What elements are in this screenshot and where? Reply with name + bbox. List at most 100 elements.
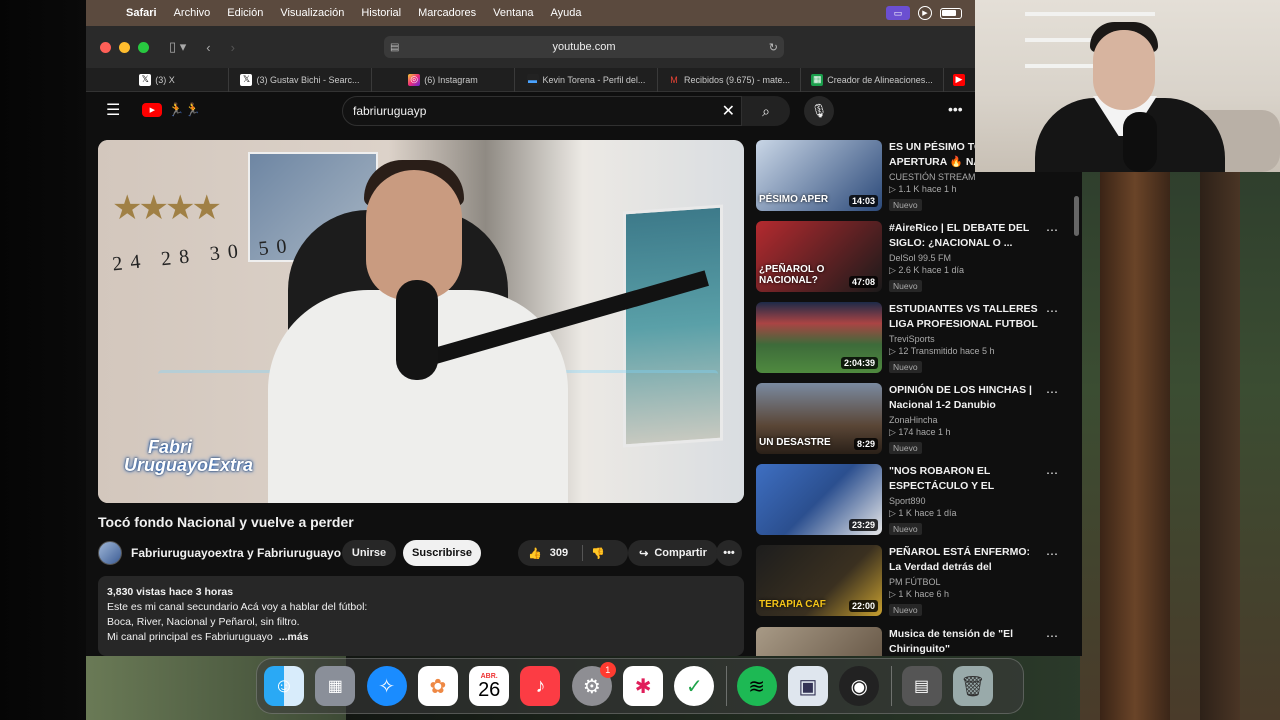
page-menu-icon[interactable]: ▤ — [390, 42, 399, 53]
close-window-button[interactable] — [100, 41, 111, 53]
subscribe-button[interactable]: Suscribirse — [403, 540, 481, 566]
menu-marcadores[interactable]: Marcadores — [418, 7, 476, 19]
video-options-icon[interactable]: ⋯ — [1046, 547, 1058, 561]
related-video-title[interactable]: Musica de tensión de "El Chiringuito" — [889, 627, 1039, 656]
menu-ventana[interactable]: Ventana — [493, 7, 533, 19]
related-video[interactable]: Musica de tensión de "El Chiringuito" ⋯ — [756, 627, 1066, 656]
related-video[interactable]: TERAPIA CAF 22:00 PEÑAROL ESTÁ ENFERMO: … — [756, 545, 1066, 619]
tab-label: Creador de Alineaciones... — [827, 74, 933, 85]
video-thumbnail[interactable]: TERAPIA CAF 22:00 — [756, 545, 882, 616]
related-video-channel[interactable]: DelSol 99.5 FM — [889, 253, 1039, 263]
battery-icon[interactable] — [940, 7, 962, 19]
tab-youtube[interactable]: ▶ — [944, 68, 974, 92]
music-icon[interactable]: ♪ — [520, 666, 561, 706]
video-options-icon[interactable]: ⋯ — [1046, 304, 1058, 318]
video-options-icon[interactable]: ⋯ — [1046, 385, 1058, 399]
join-button[interactable]: Unirse — [342, 540, 396, 566]
channel-avatar[interactable] — [98, 541, 122, 565]
like-count[interactable]: 309 — [550, 547, 568, 559]
webcam-overlay — [975, 0, 1280, 172]
folder-icon[interactable]: ▤ — [901, 666, 942, 706]
settings-icon[interactable]: ⚙ 1 — [571, 662, 616, 706]
related-video-title[interactable]: PEÑAROL ESTÁ ENFERMO: La Verdad detrás d… — [889, 545, 1039, 575]
safari-icon[interactable]: ✧ — [366, 666, 407, 706]
related-video-title[interactable]: "NOS ROBARON EL ESPECTÁCULO Y EL ESTADO … — [889, 464, 1039, 494]
tab-kevin-torena[interactable]: ▬ Kevin Torena - Perfil del... — [515, 67, 658, 92]
menu-app-name[interactable]: Safari — [126, 7, 157, 19]
back-arrow-icon[interactable]: ‹ — [206, 40, 210, 55]
scrollbar[interactable] — [1074, 196, 1079, 236]
voice-search-button[interactable]: 🎙 — [804, 96, 834, 126]
video-thumbnail[interactable]: 2:04:39 — [756, 302, 882, 373]
related-video[interactable]: 23:29 "NOS ROBARON EL ESPECTÁCULO Y EL E… — [756, 464, 1066, 538]
youtube-logo-icon[interactable]: ▶ — [142, 103, 163, 117]
video-thumbnail[interactable]: ¿PEÑAROL O NACIONAL? 47:08 — [756, 221, 882, 292]
menu-archivo[interactable]: Archivo — [174, 7, 211, 19]
related-video-title[interactable]: ESTUDIANTES VS TALLERES LIGA PROFESIONAL… — [889, 302, 1039, 332]
menu-ayuda[interactable]: Ayuda — [551, 7, 582, 19]
tab-x-search[interactable]: 𝕏 (3) Gustav Bichi - Searc... — [229, 67, 372, 92]
related-video-title[interactable]: OPINIÓN DE LOS HINCHAS | Nacional 1-2 Da… — [889, 383, 1039, 413]
video-player[interactable]: ★★★★ 24 28 30 50 Fabri UruguayoExtra — [98, 140, 744, 503]
minimize-window-button[interactable] — [119, 41, 130, 53]
zoom-window-button[interactable] — [138, 41, 149, 53]
video-options-icon[interactable]: ⋯ — [1046, 223, 1058, 237]
menu-visualizacion[interactable]: Visualización — [280, 7, 344, 19]
launchpad-icon[interactable]: ▦ — [315, 666, 356, 706]
obs-icon[interactable]: ◉ — [839, 666, 880, 706]
play-status-icon[interactable]: ▶ — [918, 6, 932, 20]
reload-icon[interactable]: ↻ — [769, 41, 778, 54]
related-video[interactable]: ¿PEÑAROL O NACIONAL? 47:08 #AireRico | E… — [756, 221, 1066, 295]
video-thumbnail[interactable] — [756, 627, 882, 656]
share-button[interactable]: ↪ Compartir — [628, 540, 718, 566]
show-more-link[interactable]: ...más — [279, 631, 309, 643]
search-input[interactable]: fabriuruguayp ✕ — [342, 96, 742, 126]
trash-icon[interactable]: 🗑 — [952, 666, 993, 706]
calendar-icon[interactable]: ABR. 26 — [469, 666, 510, 706]
tab-x[interactable]: 𝕏 (3) X — [86, 67, 229, 92]
menu-historial[interactable]: Historial — [361, 7, 401, 19]
finder-icon[interactable]: ☺ — [264, 666, 304, 706]
tasks-icon[interactable]: ✓ — [674, 666, 715, 706]
related-video-channel[interactable]: ZonaHincha — [889, 415, 1039, 425]
thumbs-down-icon[interactable]: 👎 — [591, 547, 605, 560]
hamburger-menu-icon[interactable]: ☰ — [106, 100, 120, 120]
related-video-channel[interactable]: PM FÚTBOL — [889, 577, 1039, 587]
screen-share-icon[interactable]: ▭ — [886, 6, 910, 20]
thumbs-up-icon[interactable]: 👍 — [528, 547, 542, 560]
calendar-day: 26 — [478, 678, 501, 701]
photos-icon[interactable]: ✿ — [417, 666, 458, 706]
preview-icon[interactable]: ▣ — [787, 666, 828, 706]
video-thumbnail[interactable]: 23:29 — [756, 464, 882, 535]
related-video-title[interactable]: #AireRico | EL DEBATE DEL SIGLO: ¿NACION… — [889, 221, 1039, 251]
related-video-channel[interactable]: CUESTIÓN STREAM — [889, 172, 1039, 182]
search-button[interactable]: ⌕ — [742, 96, 790, 126]
tab-instagram[interactable]: ◎ (6) Instagram — [372, 67, 515, 92]
video-description[interactable]: 3,830 vistas hace 3 horas Este es mi can… — [98, 576, 744, 656]
menu-edicion[interactable]: Edición — [227, 7, 263, 19]
tab-gmail[interactable]: M Recibidos (9.675) - mate... — [658, 67, 801, 92]
clear-search-icon[interactable]: ✕ — [722, 101, 735, 121]
video-thumbnail[interactable]: PÉSIMO APER 14:03 — [756, 140, 882, 211]
video-thumbnail[interactable]: UN DESASTRE 8:29 — [756, 383, 882, 454]
video-options-icon[interactable]: ⋯ — [1046, 466, 1058, 480]
tab-lineup-creator[interactable]: ▦ Creador de Alineaciones... — [801, 67, 944, 92]
tab-label: (3) Gustav Bichi - Searc... — [256, 74, 360, 85]
related-video[interactable]: UN DESASTRE 8:29 OPINIÓN DE LOS HINCHAS … — [756, 383, 1066, 457]
header-more-icon[interactable]: ••• — [948, 101, 963, 117]
channel-name[interactable]: Fabriuruguayoextra y Fabriuruguayo — [131, 546, 341, 560]
sidebar-toggle-icon[interactable]: ▯ ▾ — [169, 39, 186, 55]
dock-separator — [890, 666, 892, 706]
related-video-views: ▷ 1.1 K hace 1 h — [889, 184, 957, 194]
related-video[interactable]: 2:04:39 ESTUDIANTES VS TALLERES LIGA PRO… — [756, 302, 1066, 376]
spotify-icon[interactable]: ≋ — [736, 666, 777, 706]
slack-icon[interactable]: ✱ — [623, 666, 664, 706]
related-video-channel[interactable]: Sport890 — [889, 496, 1039, 506]
youtube-doodle-icon[interactable]: 🏃🏃 — [168, 102, 200, 118]
more-actions-icon[interactable]: ••• — [716, 540, 742, 566]
forward-arrow-icon[interactable]: › — [231, 40, 235, 55]
video-options-icon[interactable]: ⋯ — [1046, 629, 1058, 643]
address-bar[interactable]: ▤ youtube.com ↻ — [384, 36, 784, 58]
x-icon: 𝕏 — [240, 73, 253, 86]
related-video-channel[interactable]: TreviSports — [889, 334, 1039, 344]
